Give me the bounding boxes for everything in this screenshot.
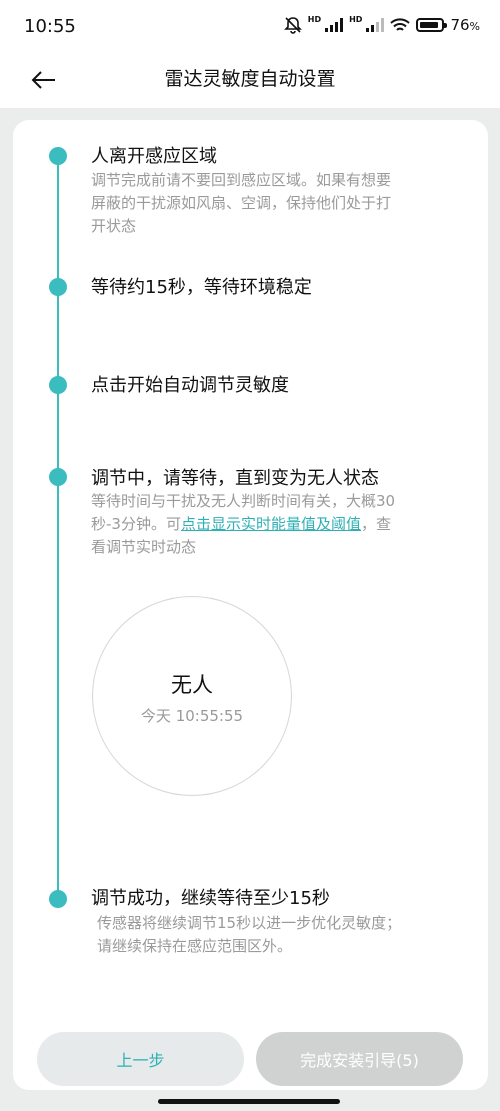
presence-status: 无人	[171, 673, 213, 697]
step-5-dot	[49, 890, 67, 908]
signal-icon	[325, 18, 344, 32]
step-2-title: 等待约15秒，等待环境稳定	[91, 277, 312, 298]
step-4-title: 调节中，请等待，直到变为无人状态	[91, 468, 379, 489]
home-indicator[interactable]	[158, 1099, 340, 1104]
battery-suffix: %	[469, 20, 480, 33]
steps-card: 人离开感应区域 调节完成前请不要回到感应区域。如果有想要 屏蔽的干扰源如风扇、空…	[13, 120, 488, 1090]
signal-icon-2	[366, 18, 385, 32]
presence-status-circle: 无人 今天 10:55:55	[92, 596, 292, 796]
step-4-desc: 等待时间与干扰及无人判断时间有关，大概30 秒-3分钟。可点击显示实时能量值及阈…	[91, 490, 451, 559]
page-title: 雷达灵敏度自动设置	[164, 68, 336, 90]
bell-muted-icon	[283, 17, 302, 34]
show-energy-threshold-link[interactable]: 点击显示实时能量值及阈值	[181, 515, 361, 533]
hd-label: HD	[307, 14, 322, 24]
step-3-title: 点击开始自动调节灵敏度	[91, 375, 289, 396]
wifi-icon	[390, 17, 411, 31]
step-1-desc-line-3: 开状态	[91, 217, 137, 235]
step-4-dot	[49, 468, 67, 486]
timeline-line	[57, 156, 59, 899]
step-4-desc-suffix: ，查	[360, 515, 391, 533]
status-bar: 10:55 HD HD 76%	[0, 0, 500, 52]
step-5-desc: 传感器将继续调节15秒以进一步优化灵敏度； 请继续保持在感应范围区外。	[97, 912, 457, 958]
battery-percent: 76	[450, 16, 470, 34]
step-2-dot	[49, 278, 67, 296]
step-1-desc-line-1: 调节完成前请不要回到感应区域。如果有想要	[91, 171, 392, 189]
step-1-dot	[49, 147, 67, 165]
step-4-desc-prefix: 秒-3分钟。可	[91, 515, 181, 533]
status-icons: HD HD 76%	[283, 14, 480, 34]
step-5-title: 调节成功，继续等待至少15秒	[91, 888, 330, 909]
hd-label-2: HD	[349, 14, 363, 24]
step-5-desc-line-2: 请继续保持在感应范围区外。	[97, 937, 293, 955]
step-4-desc-line-3: 看调节实时动态	[91, 538, 197, 556]
step-1-desc-line-2: 屏蔽的干扰源如风扇、空调，保持他们处于打	[91, 194, 392, 212]
previous-step-button[interactable]: 上一步	[37, 1032, 244, 1086]
step-4-desc-line-2: 秒-3分钟。可点击显示实时能量值及阈值，查	[91, 513, 451, 536]
page: 10:55 HD HD 76% 雷达灵敏度自动设置 人离开感应区域 调节完成前请…	[0, 0, 500, 1111]
header: 雷达灵敏度自动设置	[0, 52, 500, 108]
presence-time: 今天 10:55:55	[140, 707, 244, 725]
step-3-dot	[49, 376, 67, 394]
step-5-desc-line-1: 传感器将继续调节15秒以进一步优化灵敏度；	[97, 914, 402, 932]
finish-setup-button[interactable]: 完成安装引导(5)	[256, 1032, 463, 1086]
battery-icon	[416, 18, 448, 32]
step-1-desc: 调节完成前请不要回到感应区域。如果有想要 屏蔽的干扰源如风扇、空调，保持他们处于…	[91, 169, 451, 238]
step-1-title: 人离开感应区域	[91, 146, 217, 167]
step-4-desc-line-1: 等待时间与干扰及无人判断时间有关，大概30	[91, 492, 396, 510]
status-time: 10:55	[24, 16, 76, 37]
